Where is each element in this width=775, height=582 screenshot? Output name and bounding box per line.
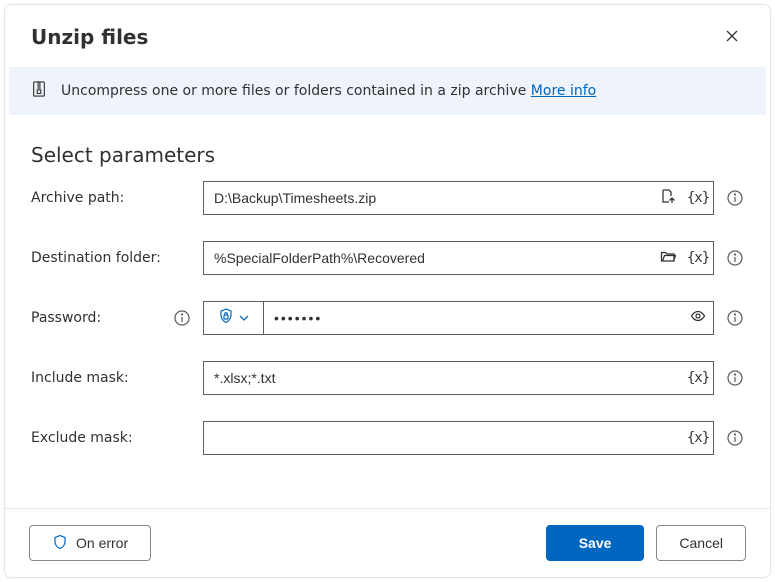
info-icon[interactable] <box>726 249 744 267</box>
parameter-list: Archive path: {x} Destination folder: <box>5 177 770 455</box>
input-exclude-mask: {x} <box>203 421 714 455</box>
archive-path-input[interactable] <box>204 182 653 214</box>
label-archive-path: Archive path: <box>31 190 191 206</box>
save-button[interactable]: Save <box>546 525 645 561</box>
cancel-button[interactable]: Cancel <box>656 525 746 561</box>
variable-picker-button[interactable]: {x} <box>683 362 713 394</box>
folder-open-icon <box>660 248 676 268</box>
more-info-link[interactable]: More info <box>531 83 596 99</box>
on-error-button[interactable]: On error <box>29 525 151 561</box>
row-destination-folder: Destination folder: {x} <box>31 241 744 275</box>
section-title: Select parameters <box>5 115 770 177</box>
input-destination-folder: {x} <box>203 241 714 275</box>
zip-icon <box>31 81 47 101</box>
file-picker-icon <box>660 188 676 208</box>
select-file-button[interactable] <box>653 182 683 214</box>
dialog-header: Unzip files <box>5 5 770 67</box>
close-icon <box>724 28 740 47</box>
variable-picker-button[interactable]: {x} <box>683 422 713 454</box>
info-icon[interactable] <box>726 369 744 387</box>
eye-icon <box>690 308 706 328</box>
password-input[interactable] <box>264 302 683 334</box>
info-icon[interactable] <box>173 309 191 327</box>
dialog-title: Unzip files <box>31 25 148 49</box>
shield-outline-icon <box>52 534 68 553</box>
dialog-footer: On error Save Cancel <box>5 508 770 577</box>
variable-picker-button[interactable]: {x} <box>683 182 713 214</box>
shield-lock-icon <box>218 308 234 328</box>
row-exclude-mask: Exclude mask: {x} <box>31 421 744 455</box>
row-password: Password: <box>31 301 744 335</box>
variable-picker-button[interactable]: {x} <box>683 242 713 274</box>
info-icon[interactable] <box>726 309 744 327</box>
input-include-mask: {x} <box>203 361 714 395</box>
label-password: Password: <box>31 309 191 327</box>
reveal-password-button[interactable] <box>683 302 713 334</box>
label-destination-folder: Destination folder: <box>31 250 191 266</box>
banner-text: Uncompress one or more files or folders … <box>61 83 596 99</box>
input-archive-path: {x} <box>203 181 714 215</box>
label-exclude-mask: Exclude mask: <box>31 430 191 446</box>
info-banner: Uncompress one or more files or folders … <box>9 67 766 115</box>
row-archive-path: Archive path: {x} <box>31 181 744 215</box>
close-button[interactable] <box>716 21 748 53</box>
label-include-mask: Include mask: <box>31 370 191 386</box>
info-icon[interactable] <box>726 189 744 207</box>
chevron-down-icon <box>238 309 250 328</box>
input-password <box>203 301 714 335</box>
destination-folder-input[interactable] <box>204 242 653 274</box>
exclude-mask-input[interactable] <box>204 422 683 454</box>
info-icon[interactable] <box>726 429 744 447</box>
row-include-mask: Include mask: {x} <box>31 361 744 395</box>
include-mask-input[interactable] <box>204 362 683 394</box>
credential-type-dropdown[interactable] <box>204 302 264 334</box>
select-folder-button[interactable] <box>653 242 683 274</box>
unzip-dialog: Unzip files Uncompress one or more files… <box>4 4 771 578</box>
